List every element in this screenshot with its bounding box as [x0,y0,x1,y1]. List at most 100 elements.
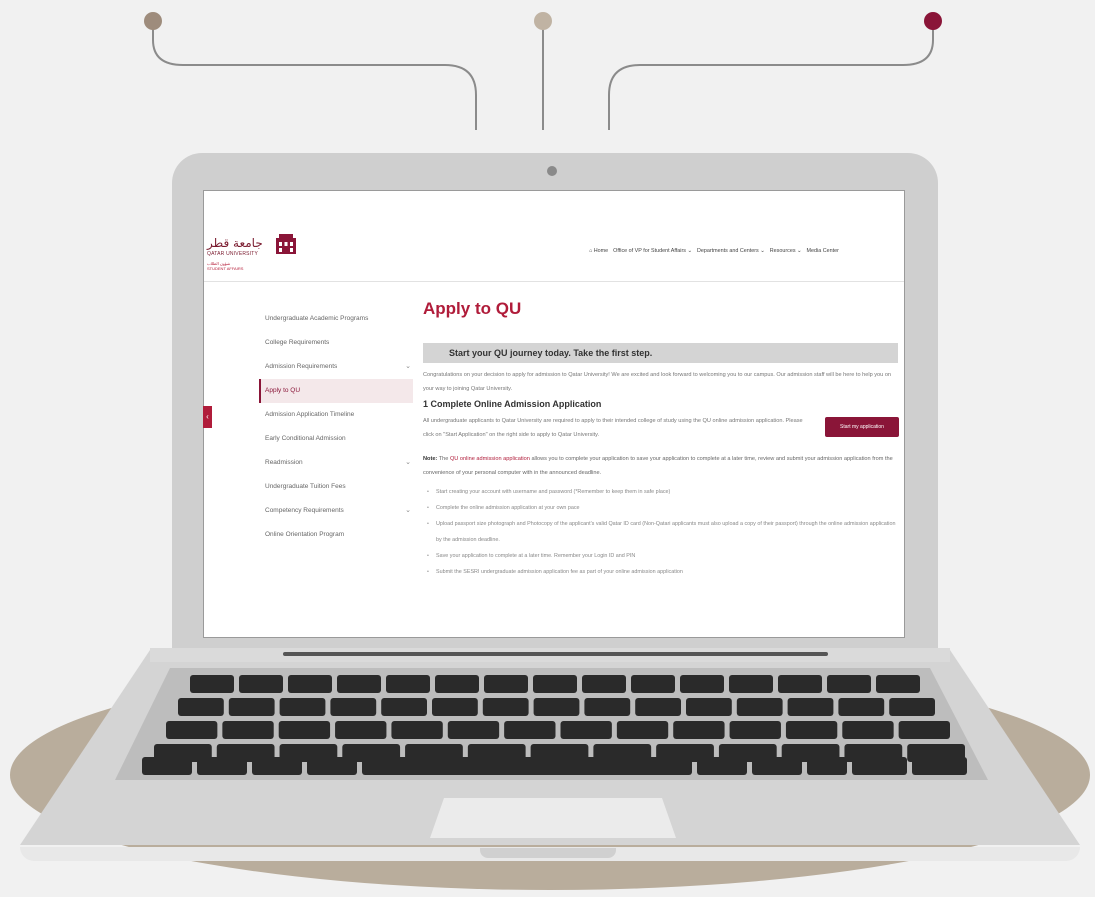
key [736,698,783,716]
sidebar: Undergraduate Academic Programs College … [259,307,413,547]
key [337,675,381,693]
sidebar-item-label: Early Conditional Admission [265,435,346,442]
note-pre: The [438,456,449,462]
connector-dot-left [144,12,162,30]
key [239,675,283,693]
chevron-down-icon[interactable]: ⌄ [405,355,411,379]
key [533,675,577,693]
sidebar-item-label: College Requirements [265,339,330,346]
nav-home-label: Home [593,248,609,254]
intro-text: Congratulations on your decision to appl… [423,372,892,392]
sidebar-item-label: Readmission [265,459,303,466]
key [335,721,387,739]
key [330,698,377,716]
key [228,698,275,716]
key [673,721,725,739]
key [166,721,218,739]
key [729,675,773,693]
laptop-notch [480,848,616,858]
connector-lines [144,12,942,130]
list-item: Complete the online admission applicatio… [427,500,898,516]
sidebar-item-application-timeline[interactable]: Admission Application Timeline [259,403,413,427]
feedback-tab[interactable]: ‹ [203,406,212,428]
key [252,757,302,775]
top-nav: ⌂ Home Office of VP for Student Affairs … [589,248,839,254]
key [307,757,357,775]
key [484,675,528,693]
key [362,757,692,775]
key [482,698,529,716]
laptop-screen: جامعة قطر QATAR UNIVERSITY شؤون الطلاب S… [203,190,905,638]
list-item: Submit the SESRI undergraduate admission… [427,564,898,580]
qu-logo[interactable]: جامعة قطر QATAR UNIVERSITY شؤون الطلاب S… [207,230,327,276]
apply-row: All undergraduate applicants to Qatar Un… [423,414,899,442]
sidebar-item-label: Admission Requirements [265,363,338,370]
key [898,721,950,739]
logo-english: QATAR UNIVERSITY [207,251,259,257]
logo-sub-english: STUDENT AFFAIRS [207,266,244,271]
key [447,721,500,739]
key [680,675,724,693]
key [435,675,479,693]
key [279,698,326,716]
nav-home[interactable]: ⌂ Home [589,248,608,254]
nav-resources[interactable]: Resources ⌄ [770,248,802,254]
sidebar-item-undergraduate-programs[interactable]: Undergraduate Academic Programs [259,307,413,331]
key [889,698,935,716]
banner: Start your QU journey today. Take the fi… [423,343,898,363]
section-title: 1 Complete Online Admission Application [423,399,602,409]
connector-dot-right [924,12,942,30]
sidebar-item-tuition-fees[interactable]: Undergraduate Tuition Fees [259,475,413,499]
note-label: Note: [423,456,438,462]
nav-vp-office[interactable]: Office of VP for Student Affairs ⌄ [613,248,692,254]
start-application-button[interactable]: Start my application [825,417,899,437]
key [582,675,626,693]
sidebar-item-early-conditional[interactable]: Early Conditional Admission [259,427,413,451]
key [778,675,822,693]
key [697,757,747,775]
note-text: Note: The QU online admission applicatio… [423,452,898,480]
sidebar-item-competency[interactable]: Competency Requirements ⌄ [259,499,413,523]
key [381,698,427,716]
webcam [547,166,557,176]
site-header: جامعة قطر QATAR UNIVERSITY شؤون الطلاب S… [204,223,904,282]
logo-sub: شؤون الطلاب STUDENT AFFAIRS [207,261,243,271]
key [785,721,838,739]
chevron-down-icon[interactable]: ⌄ [405,499,411,523]
trackpad [430,798,676,838]
sidebar-item-label: Undergraduate Academic Programs [265,315,369,322]
key [278,721,331,739]
key [631,675,675,693]
steps-list: Start creating your account with usernam… [423,484,898,580]
key [876,675,920,693]
nav-departments[interactable]: Departments and Centers ⌄ [697,248,765,254]
building-icon [276,234,296,254]
sidebar-item-label: Admission Application Timeline [265,411,355,418]
sidebar-item-label: Undergraduate Tuition Fees [265,483,346,490]
sidebar-item-admission-requirements[interactable]: Admission Requirements ⌄ [259,355,413,379]
key [142,757,192,775]
key [584,698,631,716]
sidebar-item-college-requirements[interactable]: College Requirements [259,331,413,355]
hinge-bar [283,652,828,656]
key [386,675,430,693]
key [222,721,274,739]
list-item: Start creating your account with usernam… [427,484,898,500]
sidebar-item-apply-to-qu[interactable]: Apply to QU [259,379,413,403]
main-content: Apply to QU Start your QU journey today.… [423,299,899,580]
sidebar-item-online-orientation[interactable]: Online Orientation Program [259,523,413,547]
nav-media-center[interactable]: Media Center [807,248,839,254]
list-item: Save your application to complete at a l… [427,548,898,564]
chevron-down-icon[interactable]: ⌄ [405,451,411,475]
key [729,721,781,739]
key [560,721,612,739]
sidebar-item-readmission[interactable]: Readmission ⌄ [259,451,413,475]
home-icon: ⌂ [589,248,593,254]
connector-dot-center [534,12,552,30]
sidebar-item-label: Competency Requirements [265,507,344,514]
key [391,721,443,739]
key [635,698,681,716]
key [432,698,478,716]
online-application-link[interactable]: QU online admission application [450,456,530,462]
key [686,698,732,716]
